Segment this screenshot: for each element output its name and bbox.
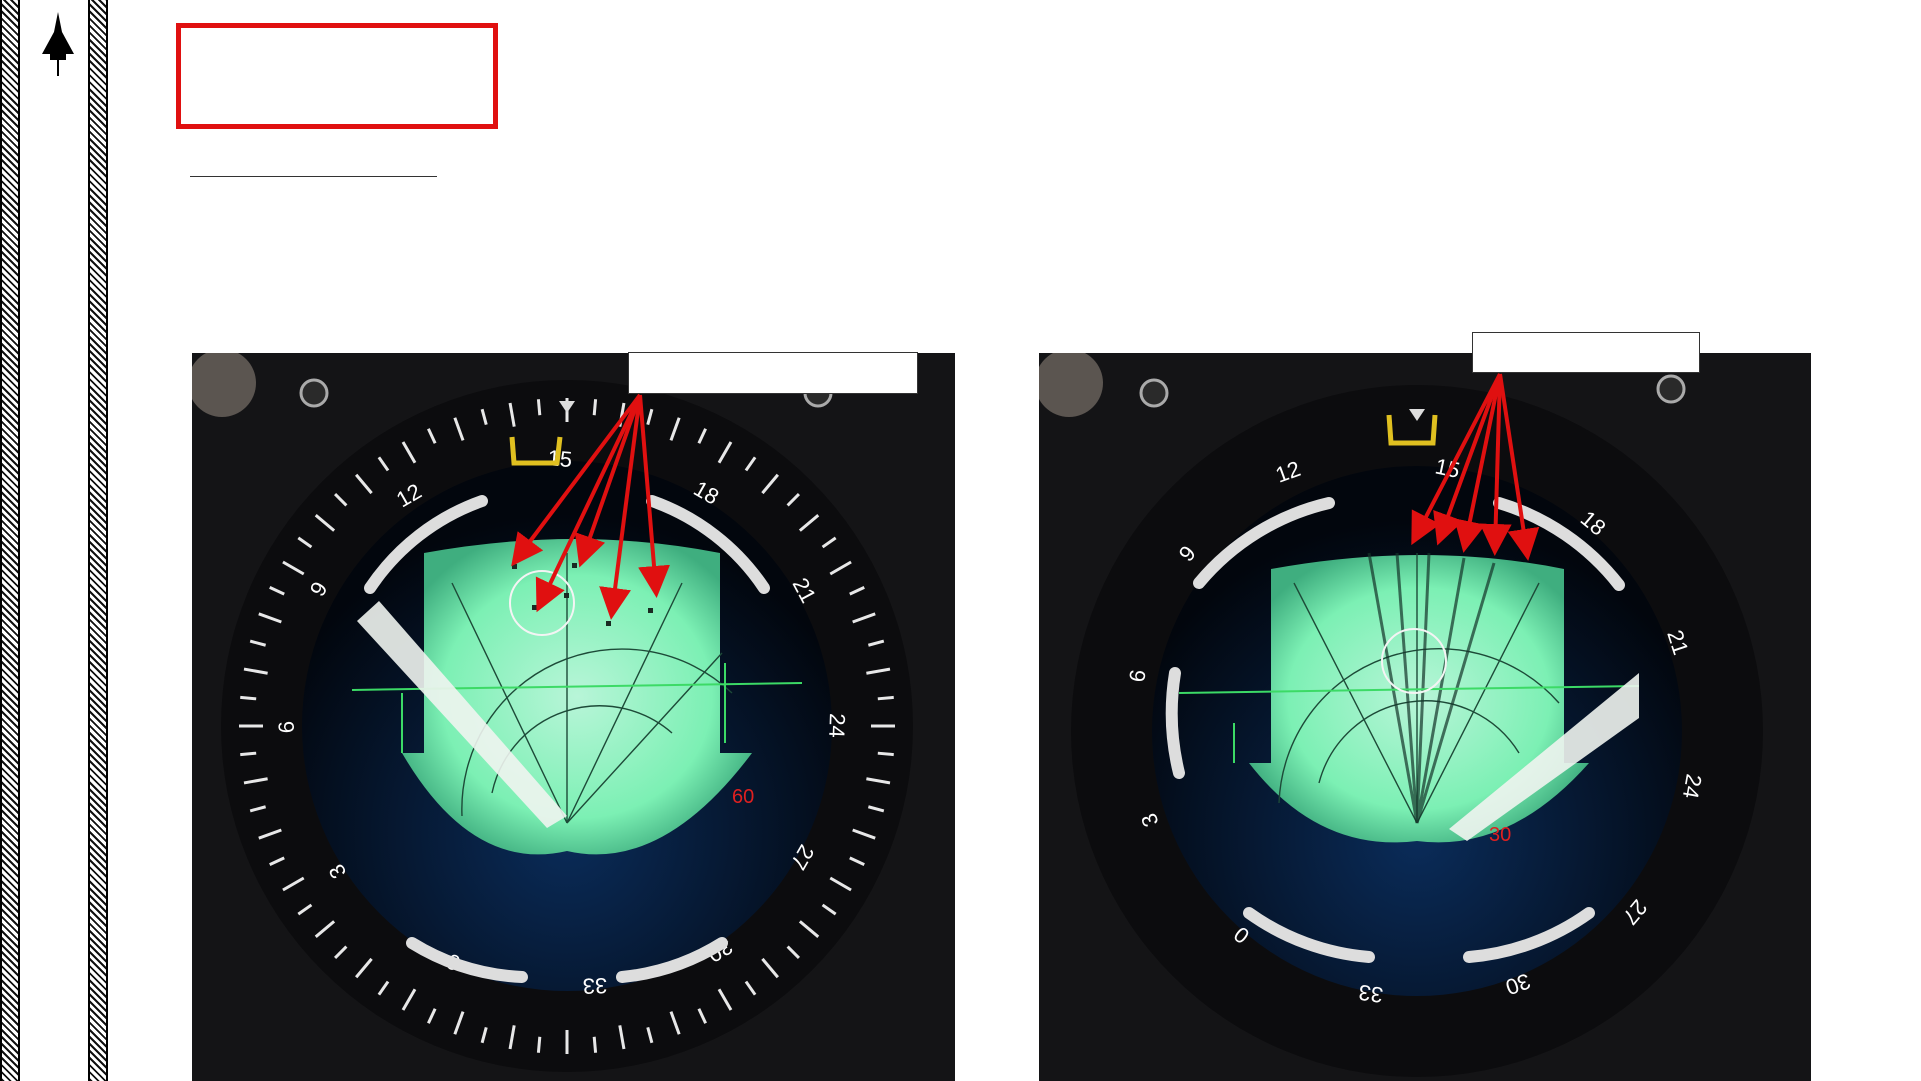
right-hatched-border — [88, 0, 108, 1081]
title-highlight-box — [176, 23, 498, 129]
range-readout: 60 — [732, 786, 754, 808]
bezel-tick — [536, 1036, 542, 1053]
radar-scope-left: 15 18 21 24 27 30 33 0 3 6 9 12 60 — [192, 353, 955, 1081]
left-hatched-border — [0, 0, 20, 1081]
bezel-number: 24 — [1678, 772, 1707, 800]
range-readout: 30 — [1489, 824, 1511, 846]
bezel-number: 15 — [1433, 453, 1462, 483]
callout-box-left — [628, 352, 918, 394]
callout-box-right — [1472, 332, 1700, 373]
bezel-number: 24 — [824, 713, 850, 738]
bezel-tick — [877, 695, 894, 701]
bezel-tick — [592, 399, 598, 416]
bezel-tick — [240, 751, 257, 757]
bezel-number: 33 — [582, 973, 607, 999]
aircraft-icon — [42, 12, 74, 76]
bezel-tick — [592, 1036, 598, 1053]
bezel-tick — [877, 751, 894, 757]
bezel-tick — [536, 399, 542, 416]
bezel-tick — [240, 695, 257, 701]
subtitle-underline — [190, 176, 437, 177]
bezel-number: 33 — [1357, 980, 1385, 1008]
radar-scope-right: 15 18 21 24 27 30 33 0 3 6 9 12 30 — [1039, 353, 1811, 1081]
bezel-number: 6 — [274, 721, 299, 734]
